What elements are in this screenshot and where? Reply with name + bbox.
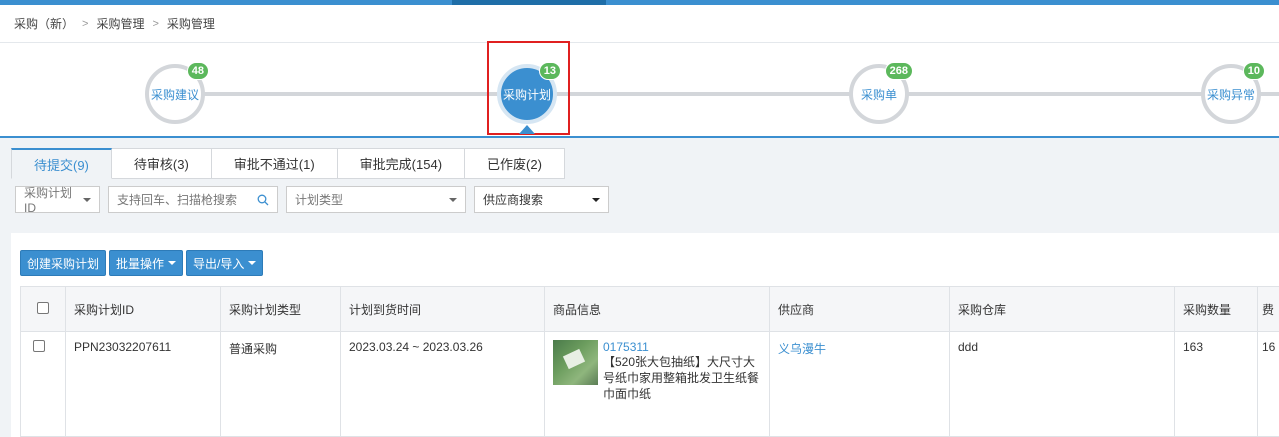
chevron-right-icon: > [82,17,89,30]
step-label: 采购建议 [150,87,199,102]
tab-voided[interactable]: 已作废(2) [465,148,565,179]
plan-type-placeholder: 计划类型 [295,193,344,207]
caret-down-icon [168,261,177,265]
action-toolbar: 创建采购计划 批量操作 导出/导入 [20,250,264,276]
col-product-info[interactable]: 商品信息 [544,286,770,332]
purchase-plan-table: 采购计划ID 采购计划类型 计划到货时间 商品信息 供应商 采购仓库 采购数量 … [20,286,1279,437]
supplier-select[interactable]: 供应商搜索 [474,186,609,213]
batch-operation-label: 批量操作 [116,256,165,271]
cell-plan-id: PPN23032207611 [65,331,221,437]
caret-down-icon [449,197,457,202]
supplier-link[interactable]: 义乌漫牛 [778,342,826,356]
caret-down-icon [83,197,91,202]
cell-arrival-time: 2023.03.24 ~ 2023.03.26 [340,331,545,437]
col-quantity[interactable]: 采购数量 [1174,286,1258,332]
create-plan-button[interactable]: 创建采购计划 [20,250,107,276]
step-purchase-suggestion[interactable]: 采购建议 48 [145,62,209,124]
caret-down-icon [248,261,257,265]
cell-quantity: 163 [1174,331,1258,437]
active-step-caret-icon [519,125,535,134]
cell-product-info: 0175311 【520张大包抽纸】大尺寸大号纸巾家用整箱批发卫生纸餐巾面巾纸 [544,331,770,437]
count-badge: 268 [884,62,913,80]
process-flow: 采购建议 48 采购计划 13 采购单 268 采购异常 10 [0,41,1279,138]
col-supplier[interactable]: 供应商 [769,286,950,332]
count-badge: 48 [186,62,209,80]
search-input[interactable]: 支持回车、扫描枪搜索 [108,186,278,213]
table-row: PPN23032207611 普通采购 2023.03.24 ~ 2023.03… [20,331,1279,437]
product-info: 0175311 【520张大包抽纸】大尺寸大号纸巾家用整箱批发卫生纸餐巾面巾纸 [553,340,761,402]
filter-area: 待提交(9) 待审核(3) 审批不通过(1) 审批完成(154) 已作废(2) … [0,138,1279,224]
row-checkbox[interactable] [33,340,45,352]
list-panel: 创建采购计划 批量操作 导出/导入 采购计划ID 采购计划类型 计划到货时间 商… [11,233,1279,437]
tab-approved[interactable]: 审批完成(154) [337,148,466,179]
export-import-button[interactable]: 导出/导入 [186,250,264,276]
step-label: 采购异常 [1206,87,1255,102]
search-placeholder: 支持回车、扫描枪搜索 [117,193,238,207]
col-fee[interactable]: 费 [1257,286,1279,332]
cell-fee: 16 [1257,331,1279,437]
breadcrumb-item-current: 采购管理 [166,17,215,31]
col-warehouse[interactable]: 采购仓库 [949,286,1175,332]
select-all-cell [20,286,66,332]
step-label: 采购单 [860,87,897,102]
caret-down-icon [592,197,600,202]
tab-pending-review[interactable]: 待审核(3) [111,148,212,179]
chevron-right-icon: > [152,17,159,30]
step-purchase-order[interactable]: 采购单 268 [849,62,913,124]
cell-plan-type: 普通采购 [220,331,341,437]
count-badge: 10 [1242,62,1265,80]
select-all-checkbox[interactable] [37,301,49,314]
product-title: 【520张大包抽纸】大尺寸大号纸巾家用整箱批发卫生纸餐巾面巾纸 [603,355,760,401]
plan-type-select[interactable]: 计划类型 [286,186,466,213]
export-import-label: 导出/导入 [193,256,245,271]
flow-connector-line [175,92,1279,96]
table-header-row: 采购计划ID 采购计划类型 计划到货时间 商品信息 供应商 采购仓库 采购数量 … [20,286,1279,332]
filter-bar: 采购计划ID 支持回车、扫描枪搜索 计划类型 供应商搜索 [15,186,609,215]
product-code-link[interactable]: 0175311 [603,340,761,354]
col-plan-id[interactable]: 采购计划ID [65,286,221,332]
active-step-highlight [487,41,570,135]
col-arrival-time[interactable]: 计划到货时间 [340,286,545,332]
status-tabs: 待提交(9) 待审核(3) 审批不通过(1) 审批完成(154) 已作废(2) [11,148,565,179]
batch-operation-button[interactable]: 批量操作 [109,250,184,276]
breadcrumb: 采购（新） > 采购管理 > 采购管理 [0,5,1279,43]
breadcrumb-item-module[interactable]: 采购管理 [96,15,144,32]
step-purchase-exception[interactable]: 采购异常 10 [1201,62,1265,124]
breadcrumb-item-root[interactable]: 采购（新） [14,15,74,32]
tab-pending-submit[interactable]: 待提交(9) [11,148,112,179]
cell-supplier: 义乌漫牛 [769,331,950,437]
plan-id-select[interactable]: 采购计划ID [15,186,100,215]
create-plan-label: 创建采购计划 [27,256,100,271]
product-thumbnail[interactable] [553,340,598,385]
cell-warehouse: ddd [949,331,1175,437]
tab-rejected[interactable]: 审批不通过(1) [211,148,338,179]
plan-id-select-value: 采购计划ID [24,186,73,215]
supplier-select-value: 供应商搜索 [483,193,544,207]
row-select-cell [20,331,66,437]
search-icon[interactable] [257,194,269,206]
col-plan-type[interactable]: 采购计划类型 [220,286,341,332]
